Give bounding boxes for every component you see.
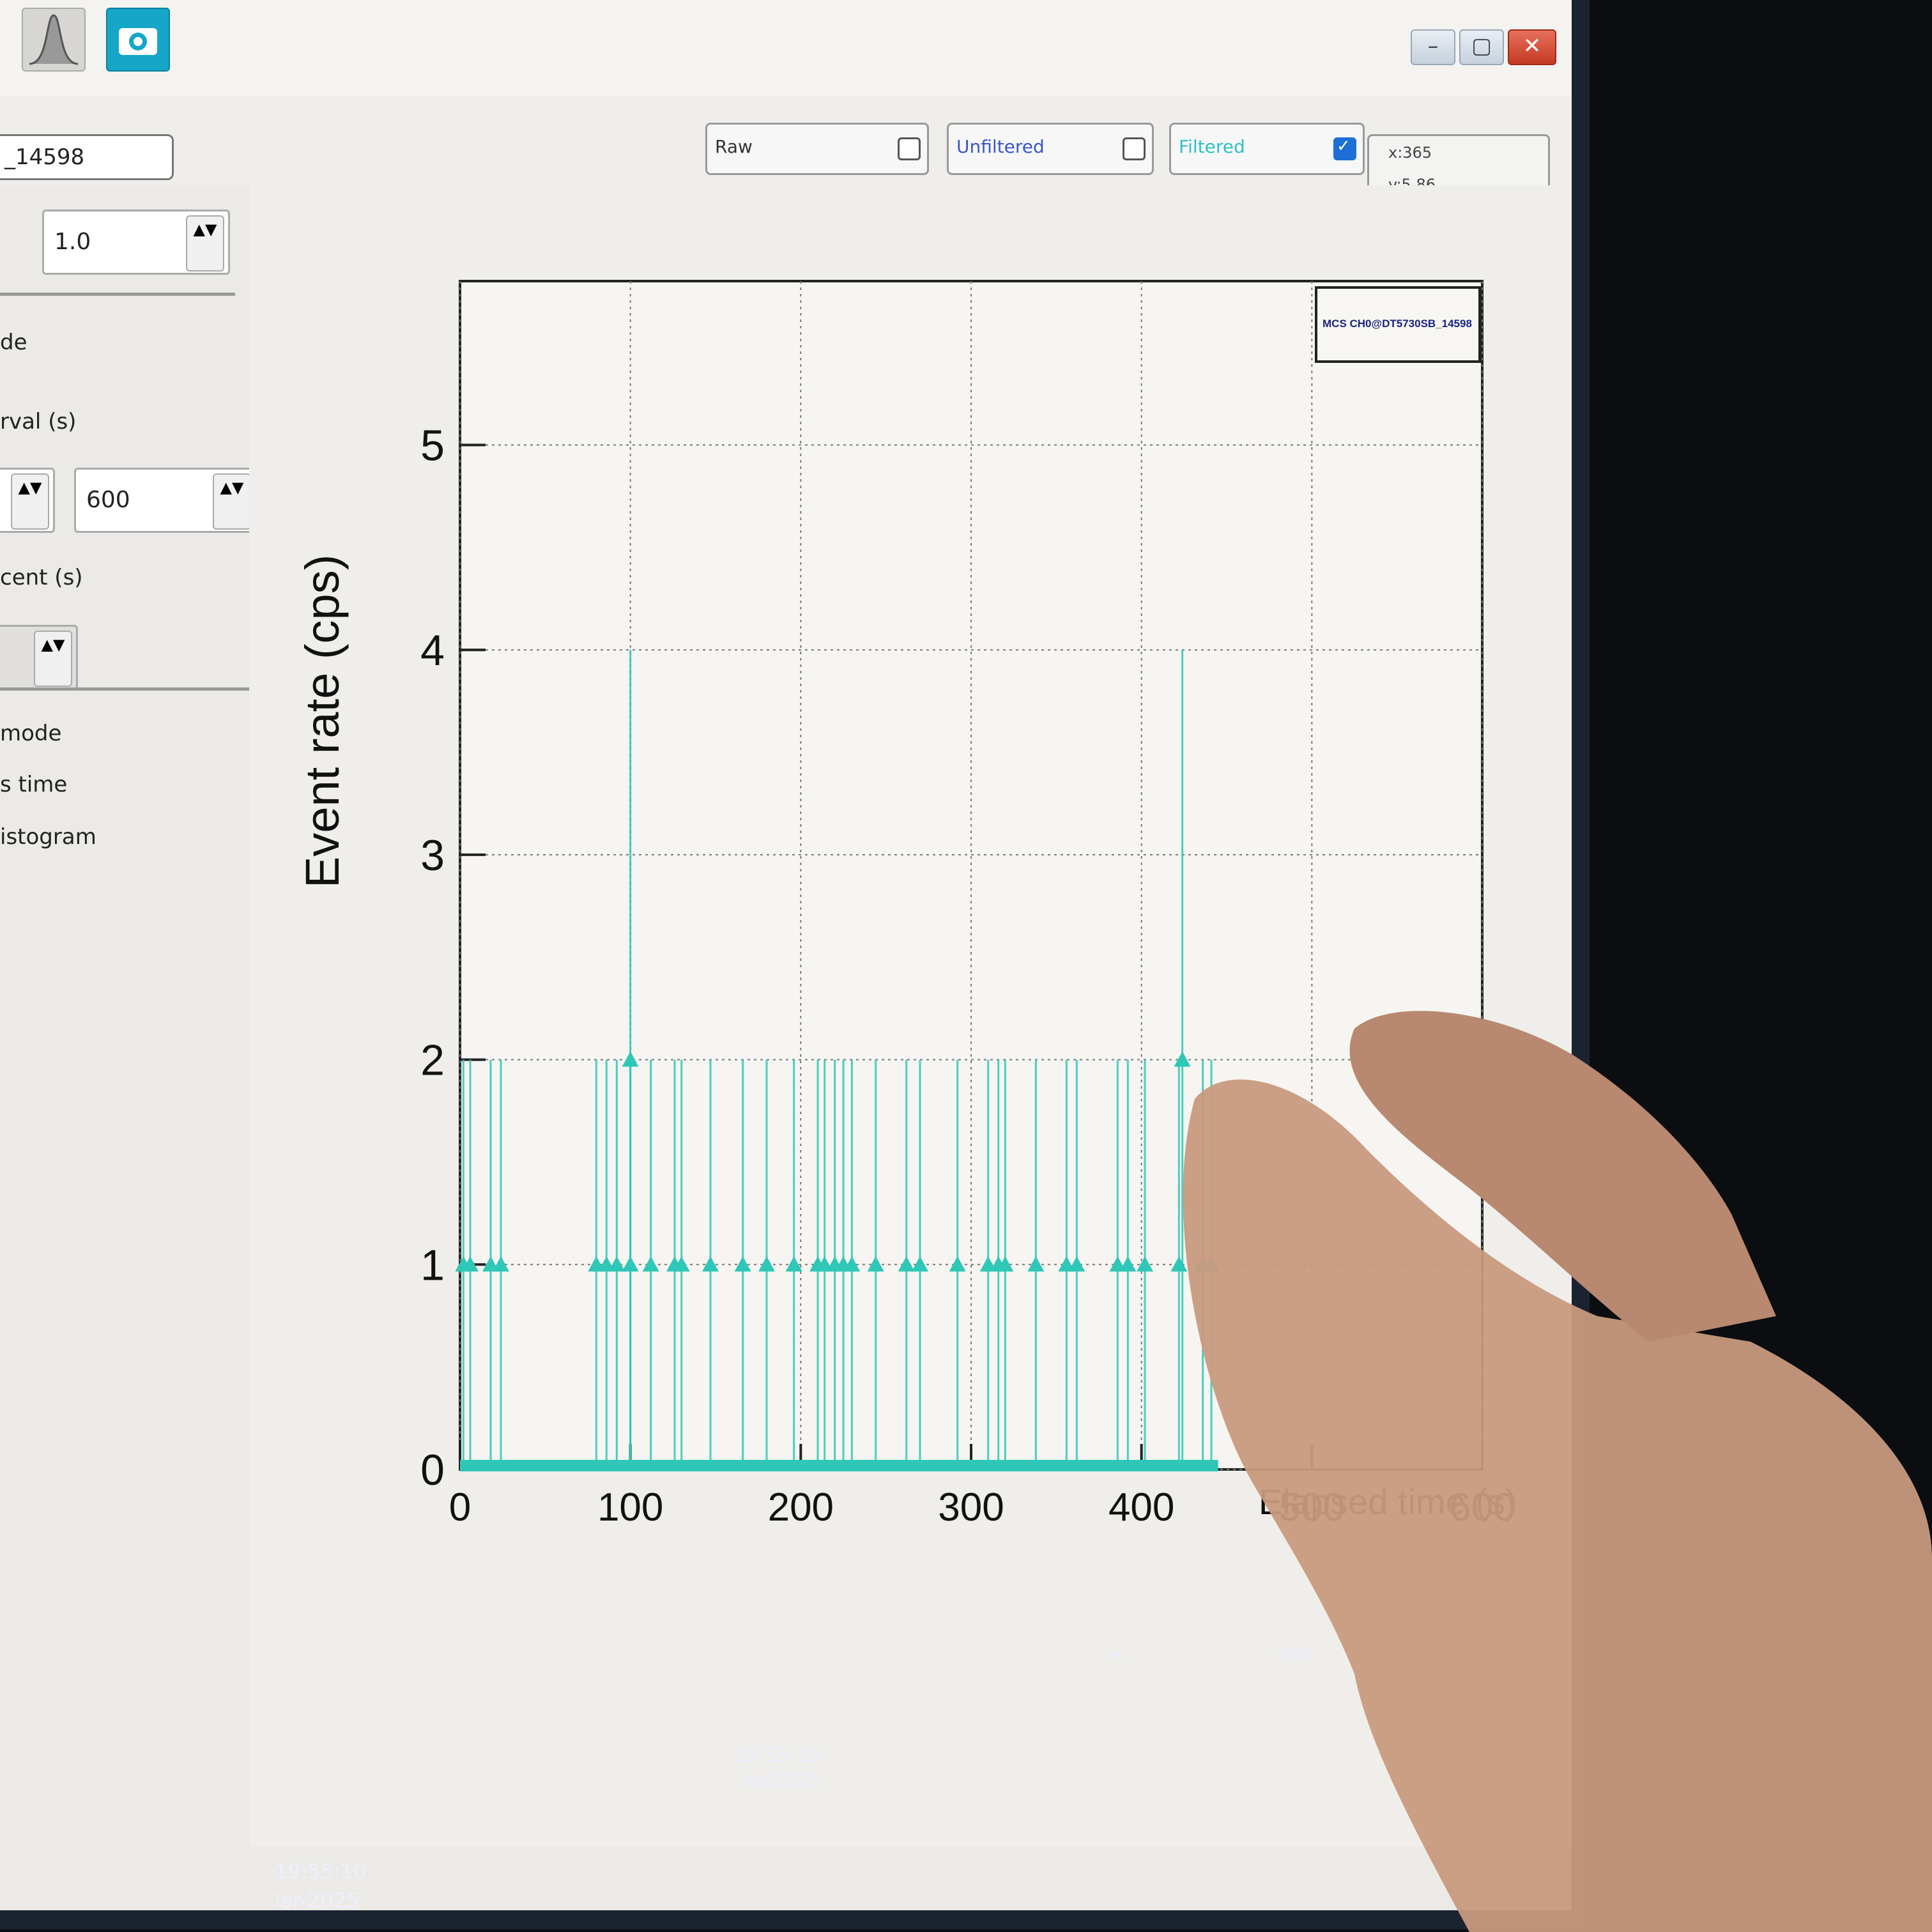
wifi-icon[interactable]: ◠ — [1342, 1642, 1356, 1661]
interval-value: 600 — [86, 487, 130, 513]
y-tick-label: 0 — [420, 1446, 445, 1494]
maximize-button[interactable]: ▢ — [1459, 29, 1504, 65]
device-name-field[interactable]: _14598 — [0, 134, 174, 180]
recent-spinbox[interactable]: ▲▼ — [0, 625, 78, 690]
clock-time-2: 19:55:10 — [735, 1744, 821, 1767]
y-axis-label: Event rate (cps) — [296, 555, 349, 888]
spin-arrows-icon[interactable]: ▲▼ — [186, 215, 224, 272]
y-tick-label: 4 — [420, 626, 445, 675]
unfiltered-check-square[interactable] — [1123, 137, 1146, 160]
controls-bar: _14598 Raw Unfiltered Filtered x:365 y:5… — [0, 96, 1572, 202]
y-tick-label: 3 — [420, 831, 445, 880]
divider — [0, 687, 268, 691]
y-tick-label: 1 — [420, 1241, 445, 1289]
rate-spinbox[interactable]: 1.0 ▲▼ — [42, 210, 230, 275]
y-tick-label: 2 — [420, 1036, 445, 1085]
interval-spinbox-left[interactable]: ▲▼ — [0, 468, 55, 533]
camera-icon[interactable] — [106, 8, 170, 72]
unfiltered-checkbox[interactable]: Unfiltered — [947, 123, 1154, 175]
monitor-screen: – ▢ ✕ _14598 Raw Unfiltered Filtered x:3… — [0, 0, 1590, 1929]
minimize-button[interactable]: – — [1411, 29, 1455, 65]
raw-label: Raw — [715, 136, 753, 157]
clock-time-3: 19:55:10 — [275, 1859, 367, 1883]
mode-label: de — [0, 330, 27, 355]
x-tick-label: 0 — [449, 1485, 471, 1529]
filtered-label: Filtered — [1179, 136, 1245, 157]
mode-option[interactable]: mode — [0, 721, 61, 746]
clock-date[interactable]: 24-Mar-2025 — [1450, 1604, 1556, 1623]
raw-check-square[interactable] — [898, 137, 921, 160]
legend-entry: MCS CH0@DT5730SB_14598 — [1322, 318, 1472, 330]
interval-label: rval (s) — [0, 409, 77, 434]
filtered-checkbox[interactable]: Filtered — [1169, 123, 1365, 175]
clock-date-3: lar-2025 — [275, 1889, 360, 1913]
spin-arrows-icon[interactable]: ▲▼ — [213, 473, 251, 530]
time-option[interactable]: s time — [0, 772, 67, 797]
x-tick-label: 400 — [1108, 1485, 1174, 1529]
divider — [0, 293, 235, 296]
close-button[interactable]: ✕ — [1508, 29, 1556, 65]
language-indicator[interactable]: ENG — [1278, 1646, 1314, 1665]
filtered-check-square[interactable] — [1333, 137, 1356, 160]
speaker-icon[interactable]: ◁ — [1374, 1639, 1386, 1659]
rate-value: 1.0 — [54, 229, 91, 255]
raw-checkbox[interactable]: Raw — [705, 123, 929, 175]
x-axis-label: Elapsed time (s) — [1259, 1482, 1517, 1522]
taskbar: ^ ENG ◠ ◁ 21:20:59 24-Mar-2025 19:55:10 … — [0, 1533, 1572, 1910]
x-tick-label: 200 — [768, 1485, 834, 1529]
peak-icon[interactable] — [22, 8, 86, 72]
toolbar: – ▢ ✕ — [0, 0, 1572, 98]
unfiltered-label: Unfiltered — [956, 136, 1045, 157]
clock-date-2: far-2025 — [741, 1770, 822, 1792]
recent-label: cent (s) — [0, 565, 83, 590]
y-tick-label: 5 — [420, 422, 445, 470]
spin-arrows-icon[interactable]: ▲▼ — [34, 631, 72, 687]
spin-arrows-icon[interactable]: ▲▼ — [11, 473, 49, 530]
clock-time[interactable]: 21:20:59 — [1482, 1578, 1557, 1597]
cursor-x: x:365 — [1388, 144, 1432, 162]
x-tick-label: 100 — [597, 1485, 663, 1529]
x-tick-label: 300 — [938, 1485, 1004, 1529]
show-hidden-icons-icon[interactable]: ^ — [1105, 1648, 1127, 1678]
interval-spinbox[interactable]: 600 ▲▼ — [74, 468, 257, 533]
histogram-option[interactable]: istogram — [0, 824, 96, 850]
